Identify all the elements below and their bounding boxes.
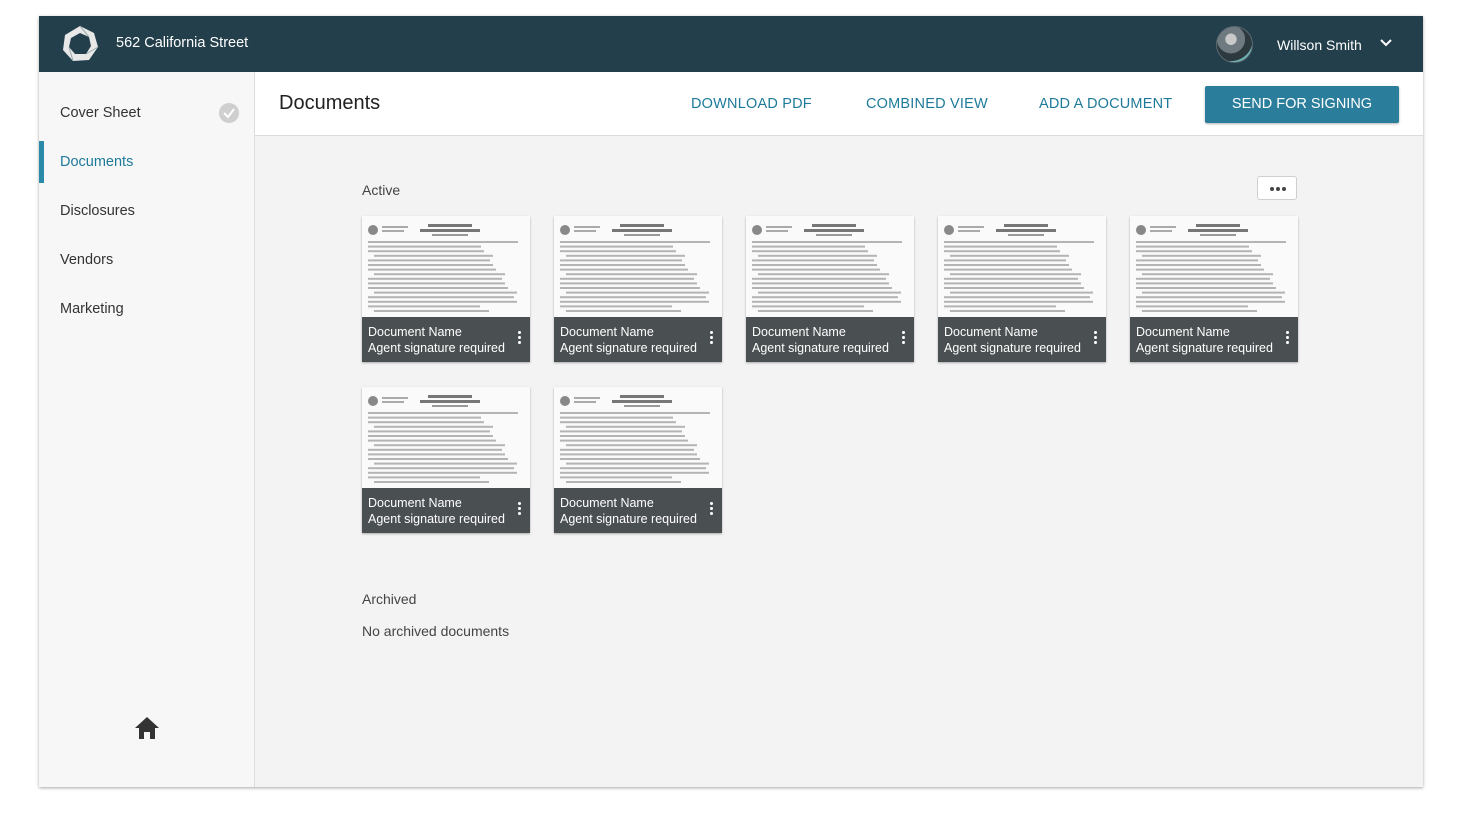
document-status: Agent signature required: [752, 341, 889, 355]
sidebar-item-vendors[interactable]: Vendors: [39, 239, 254, 281]
main-content: Documents DOWNLOAD PDF COMBINED VIEW ADD…: [255, 72, 1423, 787]
sidebar-item-label: Vendors: [60, 252, 114, 268]
document-card[interactable]: Document Name Agent signature required: [362, 387, 530, 533]
more-vertical-icon[interactable]: [897, 329, 909, 347]
document-thumbnail: [746, 216, 914, 317]
document-card-footer: Document Name Agent signature required: [554, 488, 722, 533]
document-card-footer: Document Name Agent signature required: [746, 317, 914, 362]
page-header: Documents DOWNLOAD PDF COMBINED VIEW ADD…: [255, 72, 1423, 136]
document-status: Agent signature required: [1136, 341, 1273, 355]
user-name[interactable]: Willson Smith: [1277, 37, 1362, 53]
check-circle-icon: [219, 103, 239, 123]
document-card[interactable]: Document Name Agent signature required: [362, 216, 530, 362]
document-name: Document Name: [560, 325, 654, 339]
property-title: 562 California Street: [116, 35, 249, 51]
home-icon[interactable]: [133, 715, 161, 741]
document-name: Document Name: [560, 496, 654, 510]
document-card-footer: Document Name Agent signature required: [362, 317, 530, 362]
document-thumbnail: [1130, 216, 1298, 317]
sidebar-item-label: Cover Sheet: [60, 105, 141, 121]
page-title: Documents: [279, 92, 381, 114]
sidebar-item-label: Documents: [60, 154, 134, 170]
archived-section-label: Archived: [362, 591, 417, 607]
document-card-footer: Document Name Agent signature required: [1130, 317, 1298, 362]
document-thumbnail: [554, 387, 722, 488]
sidebar: Cover Sheet Documents Disclosures Vendor…: [39, 72, 255, 787]
active-section-label: Active: [362, 182, 401, 198]
send-for-signing-button[interactable]: SEND FOR SIGNING: [1205, 86, 1399, 123]
more-vertical-icon[interactable]: [513, 500, 525, 518]
sidebar-item-marketing[interactable]: Marketing: [39, 288, 254, 330]
more-vertical-icon[interactable]: [513, 329, 525, 347]
document-name: Document Name: [1136, 325, 1230, 339]
document-name: Document Name: [752, 325, 846, 339]
document-name: Document Name: [368, 496, 462, 510]
top-bar: 562 California Street Willson Smith: [39, 16, 1423, 72]
document-card[interactable]: Document Name Agent signature required: [938, 216, 1106, 362]
document-status: Agent signature required: [368, 341, 505, 355]
document-thumbnail: [938, 216, 1106, 317]
sidebar-item-disclosures[interactable]: Disclosures: [39, 190, 254, 232]
document-status: Agent signature required: [560, 341, 697, 355]
document-thumbnail: [554, 216, 722, 317]
document-name: Document Name: [944, 325, 1038, 339]
document-status: Agent signature required: [560, 512, 697, 526]
chevron-down-icon[interactable]: [1379, 36, 1393, 50]
more-vertical-icon[interactable]: [705, 500, 717, 518]
sidebar-item-label: Disclosures: [60, 203, 135, 219]
combined-view-link[interactable]: COMBINED VIEW: [866, 96, 988, 112]
document-status: Agent signature required: [944, 341, 1081, 355]
document-card-footer: Document Name Agent signature required: [938, 317, 1106, 362]
document-card[interactable]: Document Name Agent signature required: [746, 216, 914, 362]
document-thumbnail: [362, 216, 530, 317]
sidebar-item-cover-sheet[interactable]: Cover Sheet: [39, 92, 254, 134]
more-horizontal-icon[interactable]: [1257, 176, 1297, 200]
avatar[interactable]: [1216, 26, 1253, 63]
archived-empty-text: No archived documents: [362, 623, 510, 639]
more-vertical-icon[interactable]: [705, 329, 717, 347]
sidebar-item-label: Marketing: [60, 301, 124, 317]
sidebar-item-documents[interactable]: Documents: [39, 141, 254, 183]
logo-icon[interactable]: [61, 25, 99, 63]
more-vertical-icon[interactable]: [1281, 329, 1293, 347]
document-card[interactable]: Document Name Agent signature required: [554, 387, 722, 533]
download-pdf-link[interactable]: DOWNLOAD PDF: [691, 96, 812, 112]
document-card-footer: Document Name Agent signature required: [554, 317, 722, 362]
app-window: 562 California Street Willson Smith Cove…: [39, 16, 1423, 787]
document-thumbnail: [362, 387, 530, 488]
add-document-link[interactable]: ADD A DOCUMENT: [1039, 96, 1172, 112]
more-vertical-icon[interactable]: [1089, 329, 1101, 347]
document-status: Agent signature required: [368, 512, 505, 526]
document-card-footer: Document Name Agent signature required: [362, 488, 530, 533]
document-card[interactable]: Document Name Agent signature required: [554, 216, 722, 362]
document-name: Document Name: [368, 325, 462, 339]
document-card[interactable]: Document Name Agent signature required: [1130, 216, 1298, 362]
